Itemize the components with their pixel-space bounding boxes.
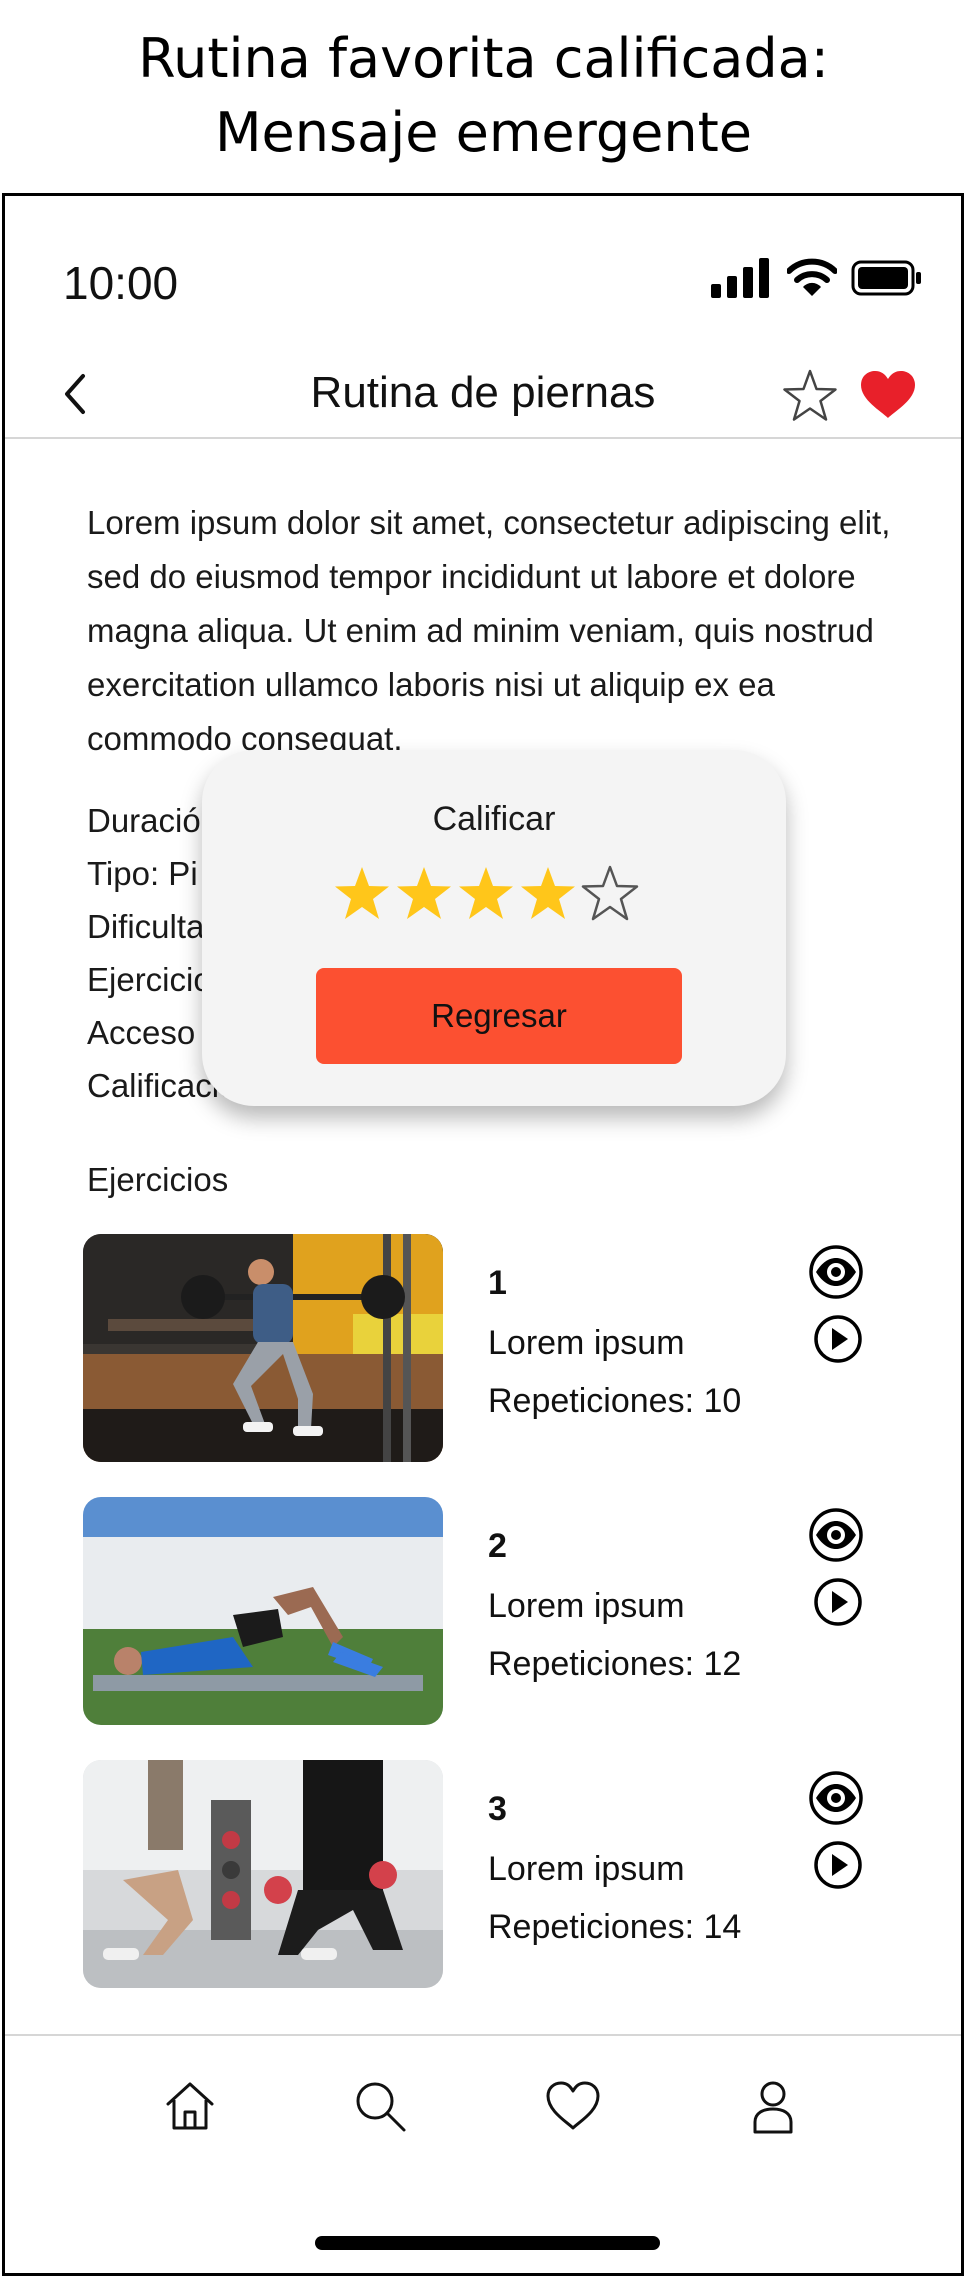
battery-icon bbox=[851, 260, 921, 296]
exercise-number: 1 bbox=[488, 1264, 507, 1302]
phone-screen: 10:00 Rutina de piernas Lorem ipsum dolo… bbox=[2, 193, 964, 2276]
exercise-name: Lorem ipsum bbox=[488, 1850, 685, 1888]
star-filled-icon[interactable] bbox=[332, 864, 392, 924]
rating-stars bbox=[332, 864, 640, 924]
exercise-name: Lorem ipsum bbox=[488, 1324, 685, 1362]
status-icons bbox=[711, 258, 923, 298]
play-icon[interactable] bbox=[813, 1577, 863, 1627]
popup-title: Calificar bbox=[432, 800, 556, 838]
rate-star-icon[interactable] bbox=[781, 368, 839, 424]
exercise-item[interactable]: 1 Lorem ipsum Repeticiones: 10 bbox=[83, 1234, 893, 1497]
exercise-reps: Repeticiones: 12 bbox=[488, 1645, 742, 1683]
home-icon[interactable] bbox=[160, 2076, 220, 2136]
exercise-thumbnail bbox=[83, 1234, 443, 1462]
caption-line-1: Rutina favorita calificada: bbox=[138, 27, 829, 90]
search-icon[interactable] bbox=[350, 2076, 410, 2136]
exercise-item[interactable]: 3 Lorem ipsum Repeticiones: 14 bbox=[83, 1760, 893, 2023]
play-icon[interactable] bbox=[813, 1840, 863, 1890]
status-time: 10:00 bbox=[63, 257, 179, 309]
exercises-heading: Ejercicios bbox=[87, 1161, 229, 1198]
header-divider bbox=[5, 437, 961, 439]
screen-header: Rutina de piernas bbox=[5, 356, 961, 434]
play-icon[interactable] bbox=[813, 1314, 863, 1364]
exercise-number: 3 bbox=[488, 1790, 507, 1828]
exercise-name: Lorem ipsum bbox=[488, 1587, 685, 1625]
star-filled-icon[interactable] bbox=[456, 864, 516, 924]
exercise-item[interactable]: 2 Lorem ipsum Repeticiones: 12 bbox=[83, 1497, 893, 1760]
exercise-number: 2 bbox=[488, 1527, 507, 1565]
view-eye-icon[interactable] bbox=[808, 1507, 864, 1563]
tab-bar bbox=[5, 2076, 961, 2166]
rating-popup: Calificar Regresar bbox=[202, 750, 786, 1106]
view-eye-icon[interactable] bbox=[808, 1244, 864, 1300]
exercise-reps: Repeticiones: 14 bbox=[488, 1908, 742, 1946]
caption-line-2: Mensaje emergente bbox=[214, 101, 753, 164]
exercise-reps: Repeticiones: 10 bbox=[488, 1382, 742, 1420]
routine-description: Lorem ipsum dolor sit amet, consectetur … bbox=[87, 504, 891, 757]
exercise-list: 1 Lorem ipsum Repeticiones: 10 2 Lorem i… bbox=[83, 1234, 893, 2023]
profile-icon[interactable] bbox=[743, 2076, 803, 2136]
tabbar-divider bbox=[5, 2034, 961, 2036]
star-filled-icon[interactable] bbox=[518, 864, 578, 924]
home-indicator bbox=[315, 2236, 660, 2250]
wifi-icon bbox=[787, 258, 837, 296]
view-eye-icon[interactable] bbox=[808, 1770, 864, 1826]
page-caption: Rutina favorita calificada: Mensaje emer… bbox=[0, 22, 967, 170]
star-empty-icon[interactable] bbox=[580, 864, 640, 924]
signal-icon bbox=[711, 258, 769, 298]
exercise-thumbnail bbox=[83, 1497, 443, 1725]
regresar-button[interactable]: Regresar bbox=[316, 968, 682, 1064]
star-filled-icon[interactable] bbox=[394, 864, 454, 924]
exercise-thumbnail bbox=[83, 1760, 443, 1988]
heart-icon[interactable] bbox=[543, 2076, 603, 2136]
favorite-heart-icon[interactable] bbox=[859, 370, 917, 420]
